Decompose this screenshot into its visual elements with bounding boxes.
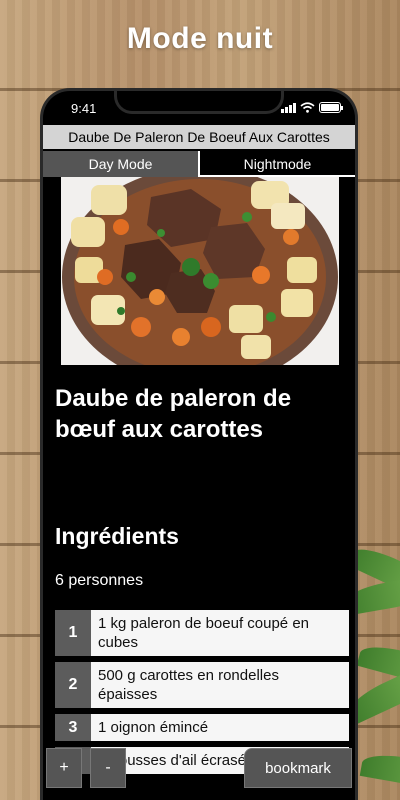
ingredient-number: 3 <box>55 714 91 741</box>
battery-icon <box>319 102 343 113</box>
ingredient-text: 500 g carottes en rondelles épaisses <box>91 662 349 708</box>
bookmark-button[interactable]: bookmark <box>244 748 352 788</box>
promo-title: Mode nuit <box>126 22 274 55</box>
status-time: 9:41 <box>71 101 97 116</box>
tab-nightmode[interactable]: Nightmode <box>200 151 355 177</box>
ingredient-row: 1 1 kg paleron de boeuf coupé en cubes <box>55 610 349 656</box>
ingredient-number: 1 <box>55 610 91 656</box>
mode-tabs: Day Mode Nightmode <box>43 151 355 177</box>
tab-day-mode[interactable]: Day Mode <box>43 151 200 177</box>
signal-icon <box>281 103 296 113</box>
status-bar: 9:41 <box>43 100 355 118</box>
wifi-icon <box>300 102 315 113</box>
app-title: Daube De Paleron De Boeuf Aux Carottes <box>43 125 355 149</box>
ingredient-row: 3 1 oignon émincé <box>55 714 349 741</box>
ingredients-heading: Ingrédients <box>55 523 179 549</box>
decrease-font-button[interactable]: - <box>90 748 126 788</box>
ingredient-text: 1 oignon émincé <box>91 714 349 741</box>
recipe-title: Daube de paleron de bœuf aux carottes <box>55 385 292 443</box>
phone-frame: 9:41 Daube De Paleron De Boeuf Aux Carot… <box>40 88 358 800</box>
ingredient-text: 1 kg paleron de boeuf coupé en cubes <box>91 610 349 656</box>
recipe-content: Daube de paleron de bœuf aux carottes In… <box>55 383 349 780</box>
increase-font-button[interactable]: + <box>46 748 82 788</box>
recipe-photo <box>61 177 339 365</box>
ingredient-number: 2 <box>55 662 91 708</box>
ingredient-row: 2 500 g carottes en rondelles épaisses <box>55 662 349 708</box>
servings-count: 6 personnes <box>55 572 144 589</box>
